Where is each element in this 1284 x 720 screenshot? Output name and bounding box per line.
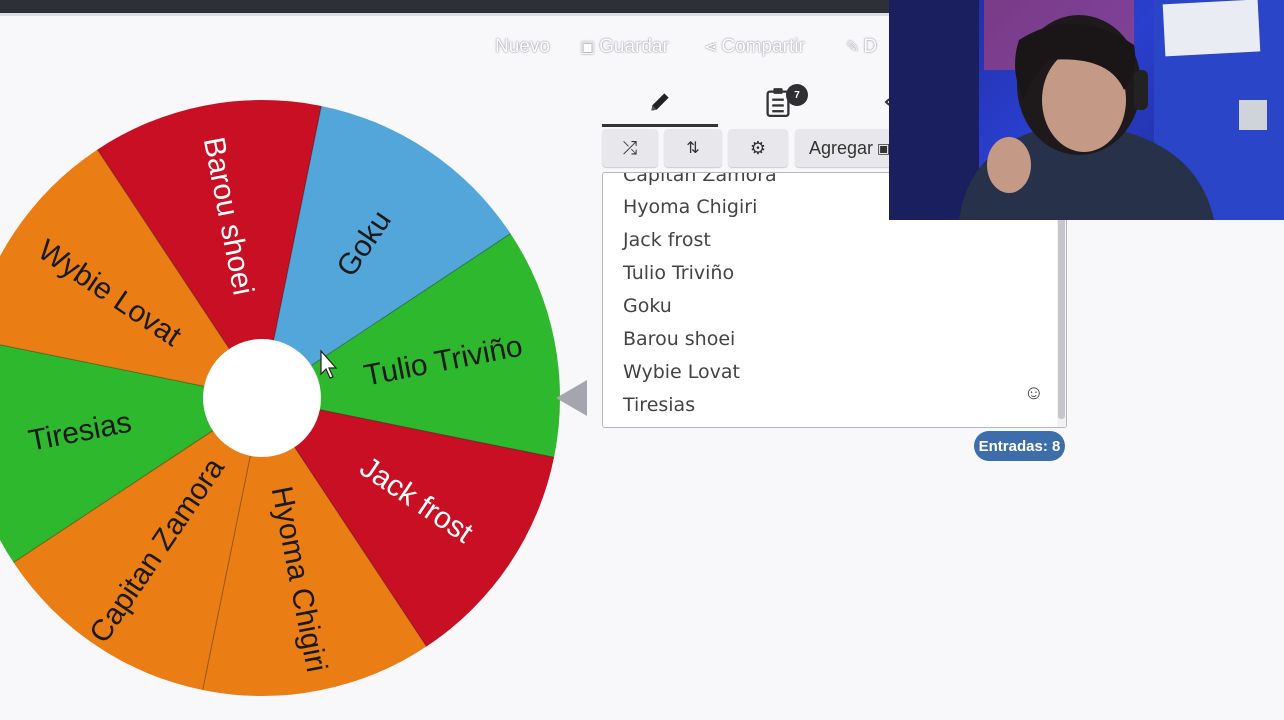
menu-save-label: Guardar bbox=[599, 36, 669, 57]
add-label: Agregar bbox=[809, 137, 874, 158]
pencil-icon bbox=[651, 93, 669, 111]
entries-count-badge: Entradas: 8 bbox=[974, 431, 1065, 461]
shuffle-icon: ⤮ bbox=[622, 137, 638, 158]
emoji-icon[interactable]: ☺ bbox=[1024, 382, 1044, 405]
shuffle-button[interactable]: ⤮ bbox=[602, 129, 658, 167]
gear-icon: ⚙ bbox=[749, 137, 767, 158]
share-icon: ⋖ bbox=[704, 39, 718, 56]
entry-line: Goku bbox=[623, 295, 672, 317]
entry-line: Wybie Lovat bbox=[623, 361, 740, 383]
menu-share-label: Compartir bbox=[721, 36, 805, 57]
results-count-badge: 7 bbox=[786, 84, 808, 106]
menu-share[interactable]: ⋖ Compartir bbox=[704, 34, 805, 60]
entry-line: Jack frost bbox=[623, 229, 711, 251]
menu-cut[interactable]: ✎ D bbox=[846, 34, 877, 60]
tab-results[interactable]: 7 bbox=[720, 80, 836, 124]
entry-line: Hyoma Chigiri bbox=[623, 196, 758, 218]
spin-wheel[interactable]: Tulio TriviñoJack frostHyoma ChigiriCapi… bbox=[0, 0, 600, 720]
webcam-overlay bbox=[889, 0, 1284, 220]
pencil-menu-icon: ✎ bbox=[846, 39, 860, 56]
entry-line: Tulio Triviño bbox=[623, 262, 735, 284]
sort-button[interactable]: ⇅ bbox=[664, 129, 722, 167]
wheel-center[interactable] bbox=[203, 339, 321, 457]
wheel-pointer bbox=[556, 380, 587, 416]
tab-edit[interactable] bbox=[602, 80, 718, 127]
sort-icon: ⇅ bbox=[686, 140, 700, 157]
panel-tabs: 7 bbox=[602, 80, 908, 127]
menu-cut-label: D bbox=[863, 36, 878, 57]
entry-line: Barou shoei bbox=[623, 328, 736, 350]
entry-line: Tiresias bbox=[623, 394, 696, 416]
entry-line: Capitan Zamora bbox=[623, 172, 777, 186]
webcam-person-image bbox=[889, 0, 1284, 220]
settings-button[interactable]: ⚙ bbox=[728, 129, 788, 167]
